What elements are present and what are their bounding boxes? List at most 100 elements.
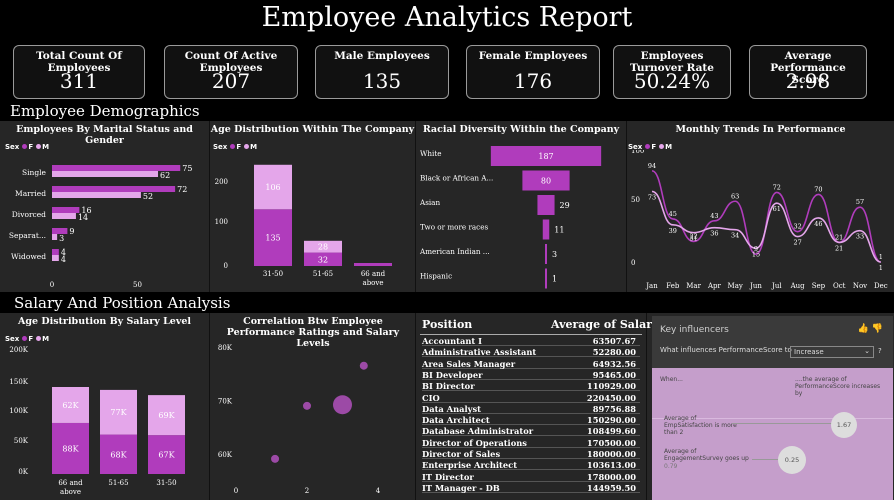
- kpi-card-5: Average Performance Score 2.98: [749, 45, 867, 99]
- kpi-value: 176: [513, 69, 553, 93]
- table-row[interactable]: Enterprise Architect 103613.00: [422, 461, 640, 471]
- marital-bar-male: [52, 192, 141, 198]
- table-row[interactable]: Data Analyst 89756.88: [422, 404, 640, 414]
- salary-cell: 108499.60: [586, 426, 636, 437]
- table-row[interactable]: Accountant I 63507.67: [422, 337, 640, 346]
- salary-cell: 63507.67: [592, 336, 636, 346]
- salary-cell: 64932.56: [592, 358, 636, 369]
- marital-value-female: 9: [69, 227, 74, 236]
- kpi-label: Male Employees: [334, 50, 430, 62]
- salary-ytick: 100K: [9, 407, 28, 415]
- influencer-2-sub: 0.79: [664, 463, 678, 470]
- key-influencers-title: Key influencers: [660, 325, 729, 335]
- position-cell: IT Manager - DB: [422, 482, 500, 493]
- table-row[interactable]: Administrative Assistant 52280.00: [422, 348, 640, 358]
- monthly-value-male: 36: [710, 230, 718, 238]
- kpi-value: 207: [211, 69, 251, 93]
- table-row[interactable]: Data Architect 150290.00: [422, 416, 640, 426]
- legend-label: Sex: [5, 335, 20, 343]
- table-header-salary[interactable]: Average of Salary: [551, 318, 658, 331]
- age-ytick: 200: [215, 178, 228, 186]
- marital-bar-male: [52, 234, 58, 240]
- racial-bar: [545, 244, 547, 264]
- table-row[interactable]: CIO 220450.00: [422, 393, 640, 403]
- racial-value: 80: [541, 177, 551, 186]
- salary-cell: 110929.00: [586, 381, 636, 392]
- kpi-card-1: Count Of Active Employees 207: [164, 45, 298, 99]
- table-row[interactable]: Director of Operations 170500.00: [422, 438, 640, 448]
- kpi-value: 311: [59, 69, 99, 93]
- monthly-month-label: Jun: [749, 282, 762, 290]
- age-value-female: 32: [318, 255, 328, 264]
- marital-value-male: 52: [143, 192, 153, 201]
- monthly-month-label: May: [728, 282, 743, 290]
- corr-point: [333, 395, 352, 415]
- corr-point: [271, 454, 280, 463]
- avg-label: ....the average of PerformanceScore incr…: [795, 376, 881, 397]
- salary-age-chart: 200K 150K 100K 50K 0K 88K 62K 66 andabove 68K 77K…: [9, 346, 185, 496]
- age-chart-title: Age Distribution Within The Company: [210, 124, 415, 135]
- marital-bar-female: [52, 207, 80, 213]
- age-category-label: above: [363, 279, 384, 287]
- age-bar-female: [354, 263, 392, 266]
- influencer-1-value[interactable]: 1.67: [831, 412, 857, 438]
- racial-value: 1: [552, 275, 557, 284]
- monthly-ytick: 50: [631, 196, 640, 204]
- table-row[interactable]: Director of Sales 180000.00: [422, 450, 640, 459]
- monthly-value-female: 1: [879, 253, 883, 261]
- table-row[interactable]: BI Developer 95465.00: [422, 369, 640, 380]
- monthly-value-female: 32: [793, 223, 801, 231]
- marital-tick: 0: [50, 281, 54, 289]
- salary-value-female: 67K: [158, 451, 175, 460]
- marital-value-male: 3: [59, 234, 64, 243]
- marital-chart: Single 7562Married 7252Divorced 1614Separat…: [9, 164, 193, 289]
- thumbs-up-icon[interactable]: 👍: [858, 324, 869, 334]
- age-value-female: 135: [265, 234, 280, 243]
- monthly-month-label: Feb: [666, 282, 680, 290]
- legend-male: M: [42, 143, 50, 151]
- salary-category-label: 51-65: [108, 479, 128, 487]
- salary-ytick: 150K: [9, 378, 28, 386]
- table-header-position[interactable]: Position: [422, 318, 472, 331]
- table-row[interactable]: IT Manager - DB 144959.50: [422, 482, 640, 493]
- monthly-value-male: 15: [752, 250, 760, 258]
- influencer-1-label[interactable]: Average of EmpSatisfaction is more than …: [664, 415, 742, 436]
- age-category-label: 51-65: [313, 270, 333, 278]
- corr-xtick: 0: [234, 487, 238, 495]
- legend-female: F: [28, 143, 34, 151]
- marital-bar-female: [52, 249, 59, 255]
- table-row[interactable]: Area Sales Manager 64932.56: [422, 358, 640, 369]
- position-cell: BI Developer: [422, 369, 483, 380]
- help-icon[interactable]: ?: [878, 347, 882, 355]
- table-row[interactable]: IT Director 178000.00: [422, 472, 640, 482]
- position-cell: Accountant I: [422, 336, 482, 346]
- table-row[interactable]: Database Administrator 108499.60: [422, 426, 640, 437]
- salary-ytick: 0K: [18, 468, 28, 476]
- influencer-2-label[interactable]: Average of EngagementSurvey goes up: [664, 448, 752, 462]
- table-row[interactable]: BI Director 110929.00: [422, 381, 640, 392]
- position-cell: Area Sales Manager: [422, 358, 516, 369]
- monthly-value-male: 46: [814, 220, 822, 228]
- salary-value-male: 69K: [158, 411, 175, 420]
- monthly-value-male: 73: [648, 193, 656, 201]
- section-title-salary: Salary And Position Analysis: [14, 294, 231, 312]
- salary-ytick: 50K: [14, 437, 29, 445]
- position-cell: BI Director: [422, 381, 475, 392]
- monthly-month-label: Jan: [645, 282, 658, 290]
- racial-category-label: Black or African A...: [420, 174, 493, 183]
- racial-bar: [537, 195, 555, 215]
- corr-point: [359, 361, 368, 370]
- influencer-2-value[interactable]: 0.25: [778, 446, 806, 474]
- salary-category-label: 66 and: [58, 479, 83, 487]
- thumbs-down-icon[interactable]: 👎: [872, 324, 883, 334]
- monthly-value-female: 43: [710, 212, 718, 220]
- monthly-value-female: 57: [856, 198, 864, 206]
- racial-chart: White 187 Black or African A... 80 Asian 29 Tw…: [419, 146, 602, 289]
- monthly-value-female: 63: [731, 192, 739, 200]
- salary-value-male: 62K: [62, 401, 79, 410]
- salary-ytick: 200K: [9, 346, 28, 354]
- increase-select[interactable]: Increase ⌄: [790, 346, 874, 358]
- racial-category-label: American Indian ...: [419, 247, 490, 256]
- corr-ytick: 70K: [218, 398, 233, 406]
- salary-value-male: 77K: [110, 408, 127, 417]
